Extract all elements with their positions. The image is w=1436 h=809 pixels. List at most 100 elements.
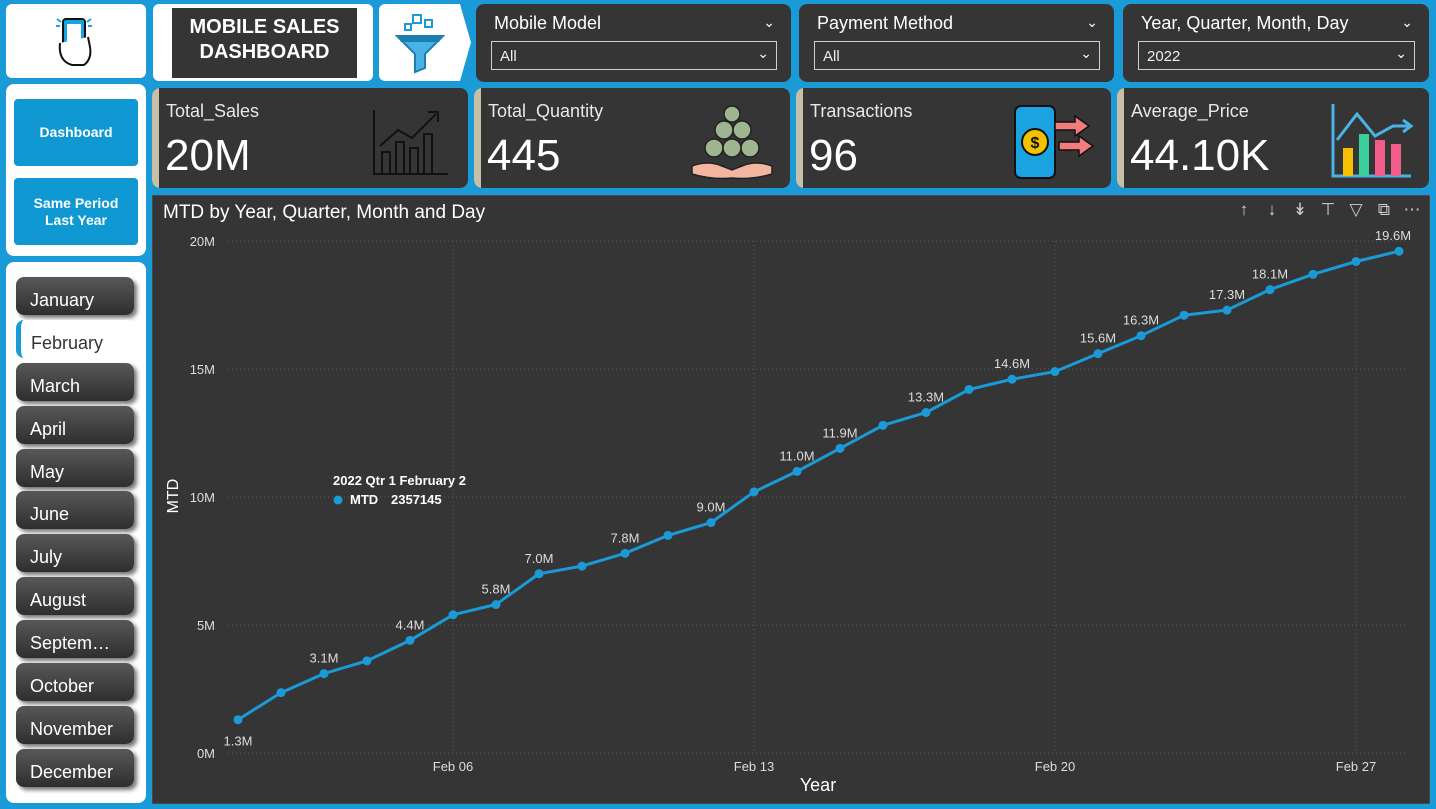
title-line-2: DASHBOARD xyxy=(199,41,330,63)
month-button-may[interactable]: May xyxy=(16,449,134,487)
month-button-july[interactable]: July xyxy=(16,534,134,572)
data-point[interactable] xyxy=(663,530,673,540)
y-tick-label: 10M xyxy=(190,490,215,505)
mobile-model-dropdown[interactable]: All ⌄ xyxy=(491,41,777,70)
tooltip-legend-dot xyxy=(333,495,343,505)
month-label: June xyxy=(30,504,70,524)
y-tick-label: 0M xyxy=(197,746,215,761)
month-button-june[interactable]: June xyxy=(16,491,134,529)
slicer-payment-method[interactable]: Payment Method ⌄ All ⌄ xyxy=(799,4,1114,82)
slicer-title: Year, Quarter, Month, Day xyxy=(1141,13,1349,33)
data-point[interactable] xyxy=(362,656,372,666)
month-label: October xyxy=(30,676,95,696)
chevron-down-icon[interactable]: ⌄ xyxy=(1401,14,1413,31)
chart-tooltip: 2022 Qtr 1 February 2 MTD 2357145 xyxy=(333,473,466,507)
kpi-total-sales: Total_Sales 20M xyxy=(152,88,468,188)
kpi-value: 96 xyxy=(809,131,858,180)
data-point[interactable] xyxy=(577,561,587,571)
dropdown-value: 2022 xyxy=(1147,48,1181,65)
filter-toggle-button[interactable] xyxy=(379,4,471,81)
kpi-label: Total_Sales xyxy=(166,101,260,121)
chevron-down-icon[interactable]: ⌄ xyxy=(763,14,775,31)
month-button-december[interactable]: December xyxy=(16,749,134,787)
dashboard-button[interactable]: Dashboard xyxy=(14,99,138,166)
data-point[interactable] xyxy=(1308,269,1318,279)
month-button-january[interactable]: January xyxy=(16,277,134,315)
month-button-august[interactable]: August xyxy=(16,577,134,615)
mobile-hand-icon xyxy=(56,18,92,66)
kpi-label: Total_Quantity xyxy=(488,101,604,121)
data-point[interactable] xyxy=(1050,367,1060,377)
y-tick-label: 20M xyxy=(190,234,215,249)
data-point[interactable] xyxy=(1265,285,1275,295)
month-label: February xyxy=(31,333,104,353)
data-point[interactable] xyxy=(878,420,888,430)
svg-text:$: $ xyxy=(1031,135,1040,152)
button-label-line-2: Last Year xyxy=(44,211,107,228)
coins-hand-icon xyxy=(691,105,773,180)
month-button-november[interactable]: November xyxy=(16,706,134,744)
data-point[interactable] xyxy=(1093,349,1103,359)
data-point[interactable] xyxy=(534,569,544,579)
data-point[interactable] xyxy=(620,548,630,558)
data-point[interactable] xyxy=(792,466,802,476)
data-label: 5.8M xyxy=(482,582,511,597)
slicer-date-hierarchy[interactable]: Year, Quarter, Month, Day ⌄ 2022 ⌄ xyxy=(1123,4,1429,82)
dropdown-value: All xyxy=(500,48,517,65)
data-point[interactable] xyxy=(921,408,931,418)
kpi-value: 20M xyxy=(165,131,251,180)
data-point[interactable] xyxy=(276,688,286,698)
same-period-last-year-button[interactable]: Same Period Last Year xyxy=(14,178,138,245)
kpi-label: Transactions xyxy=(810,101,913,121)
data-point[interactable] xyxy=(964,384,974,394)
data-point[interactable] xyxy=(319,669,329,679)
data-label: 7.8M xyxy=(611,530,640,545)
month-button-september[interactable]: Septem… xyxy=(16,620,134,658)
phone-logo-tile xyxy=(6,4,146,78)
data-label: 17.3M xyxy=(1209,287,1245,302)
data-label: 7.0M xyxy=(525,551,554,566)
data-label: 16.3M xyxy=(1123,313,1159,328)
mtd-line-chart[interactable]: MTD by Year, Quarter, Month and Day ↑ ↓ … xyxy=(152,195,1430,804)
y-tick-label: 5M xyxy=(197,618,215,633)
data-point[interactable] xyxy=(1394,246,1404,256)
data-point[interactable] xyxy=(706,518,716,528)
data-point[interactable] xyxy=(233,715,243,725)
nav-panel: Dashboard Same Period Last Year xyxy=(6,84,146,256)
x-tick-label: Feb 06 xyxy=(433,759,473,774)
month-label: March xyxy=(30,376,81,396)
payment-method-dropdown[interactable]: All ⌄ xyxy=(814,41,1100,70)
growth-chart-icon xyxy=(373,110,448,175)
data-point[interactable] xyxy=(1351,256,1361,266)
slicer-title: Mobile Model xyxy=(494,13,602,33)
data-point[interactable] xyxy=(1179,310,1189,320)
button-label-line-1: Same Period xyxy=(33,194,119,211)
dropdown-value: All xyxy=(823,48,840,65)
chevron-down-icon: ⌄ xyxy=(757,45,769,61)
data-label: 9.0M xyxy=(697,500,726,515)
date-dropdown[interactable]: 2022 ⌄ xyxy=(1138,41,1415,70)
data-point[interactable] xyxy=(835,443,845,453)
slicer-mobile-model[interactable]: Mobile Model ⌄ All ⌄ xyxy=(476,4,791,82)
dashboard-button-label: Dashboard xyxy=(39,124,113,140)
data-point[interactable] xyxy=(1222,305,1232,315)
month-button-march[interactable]: March xyxy=(16,363,134,401)
chevron-down-icon: ⌄ xyxy=(1080,45,1092,61)
month-button-april[interactable]: April xyxy=(16,406,134,444)
data-point[interactable] xyxy=(749,487,759,497)
month-label: August xyxy=(30,590,87,610)
chevron-down-icon[interactable]: ⌄ xyxy=(1086,14,1098,31)
data-point[interactable] xyxy=(491,600,501,610)
month-button-february[interactable]: February xyxy=(16,320,134,358)
month-button-october[interactable]: October xyxy=(16,663,134,701)
x-tick-label: Feb 13 xyxy=(734,759,774,774)
data-point[interactable] xyxy=(448,610,458,620)
data-point[interactable] xyxy=(1136,331,1146,341)
data-label: 11.9M xyxy=(822,425,857,440)
tooltip-title: 2022 Qtr 1 February 2 xyxy=(333,473,466,488)
data-point[interactable] xyxy=(405,635,415,645)
tooltip-value: 2357145 xyxy=(391,492,442,507)
data-point[interactable] xyxy=(1007,374,1017,384)
x-tick-label: Feb 20 xyxy=(1035,759,1075,774)
chart-plot: 0M 5M 10M 15M 20M Feb 06 Feb 13 Feb 20 Feb 27 1.… xyxy=(165,228,1411,795)
